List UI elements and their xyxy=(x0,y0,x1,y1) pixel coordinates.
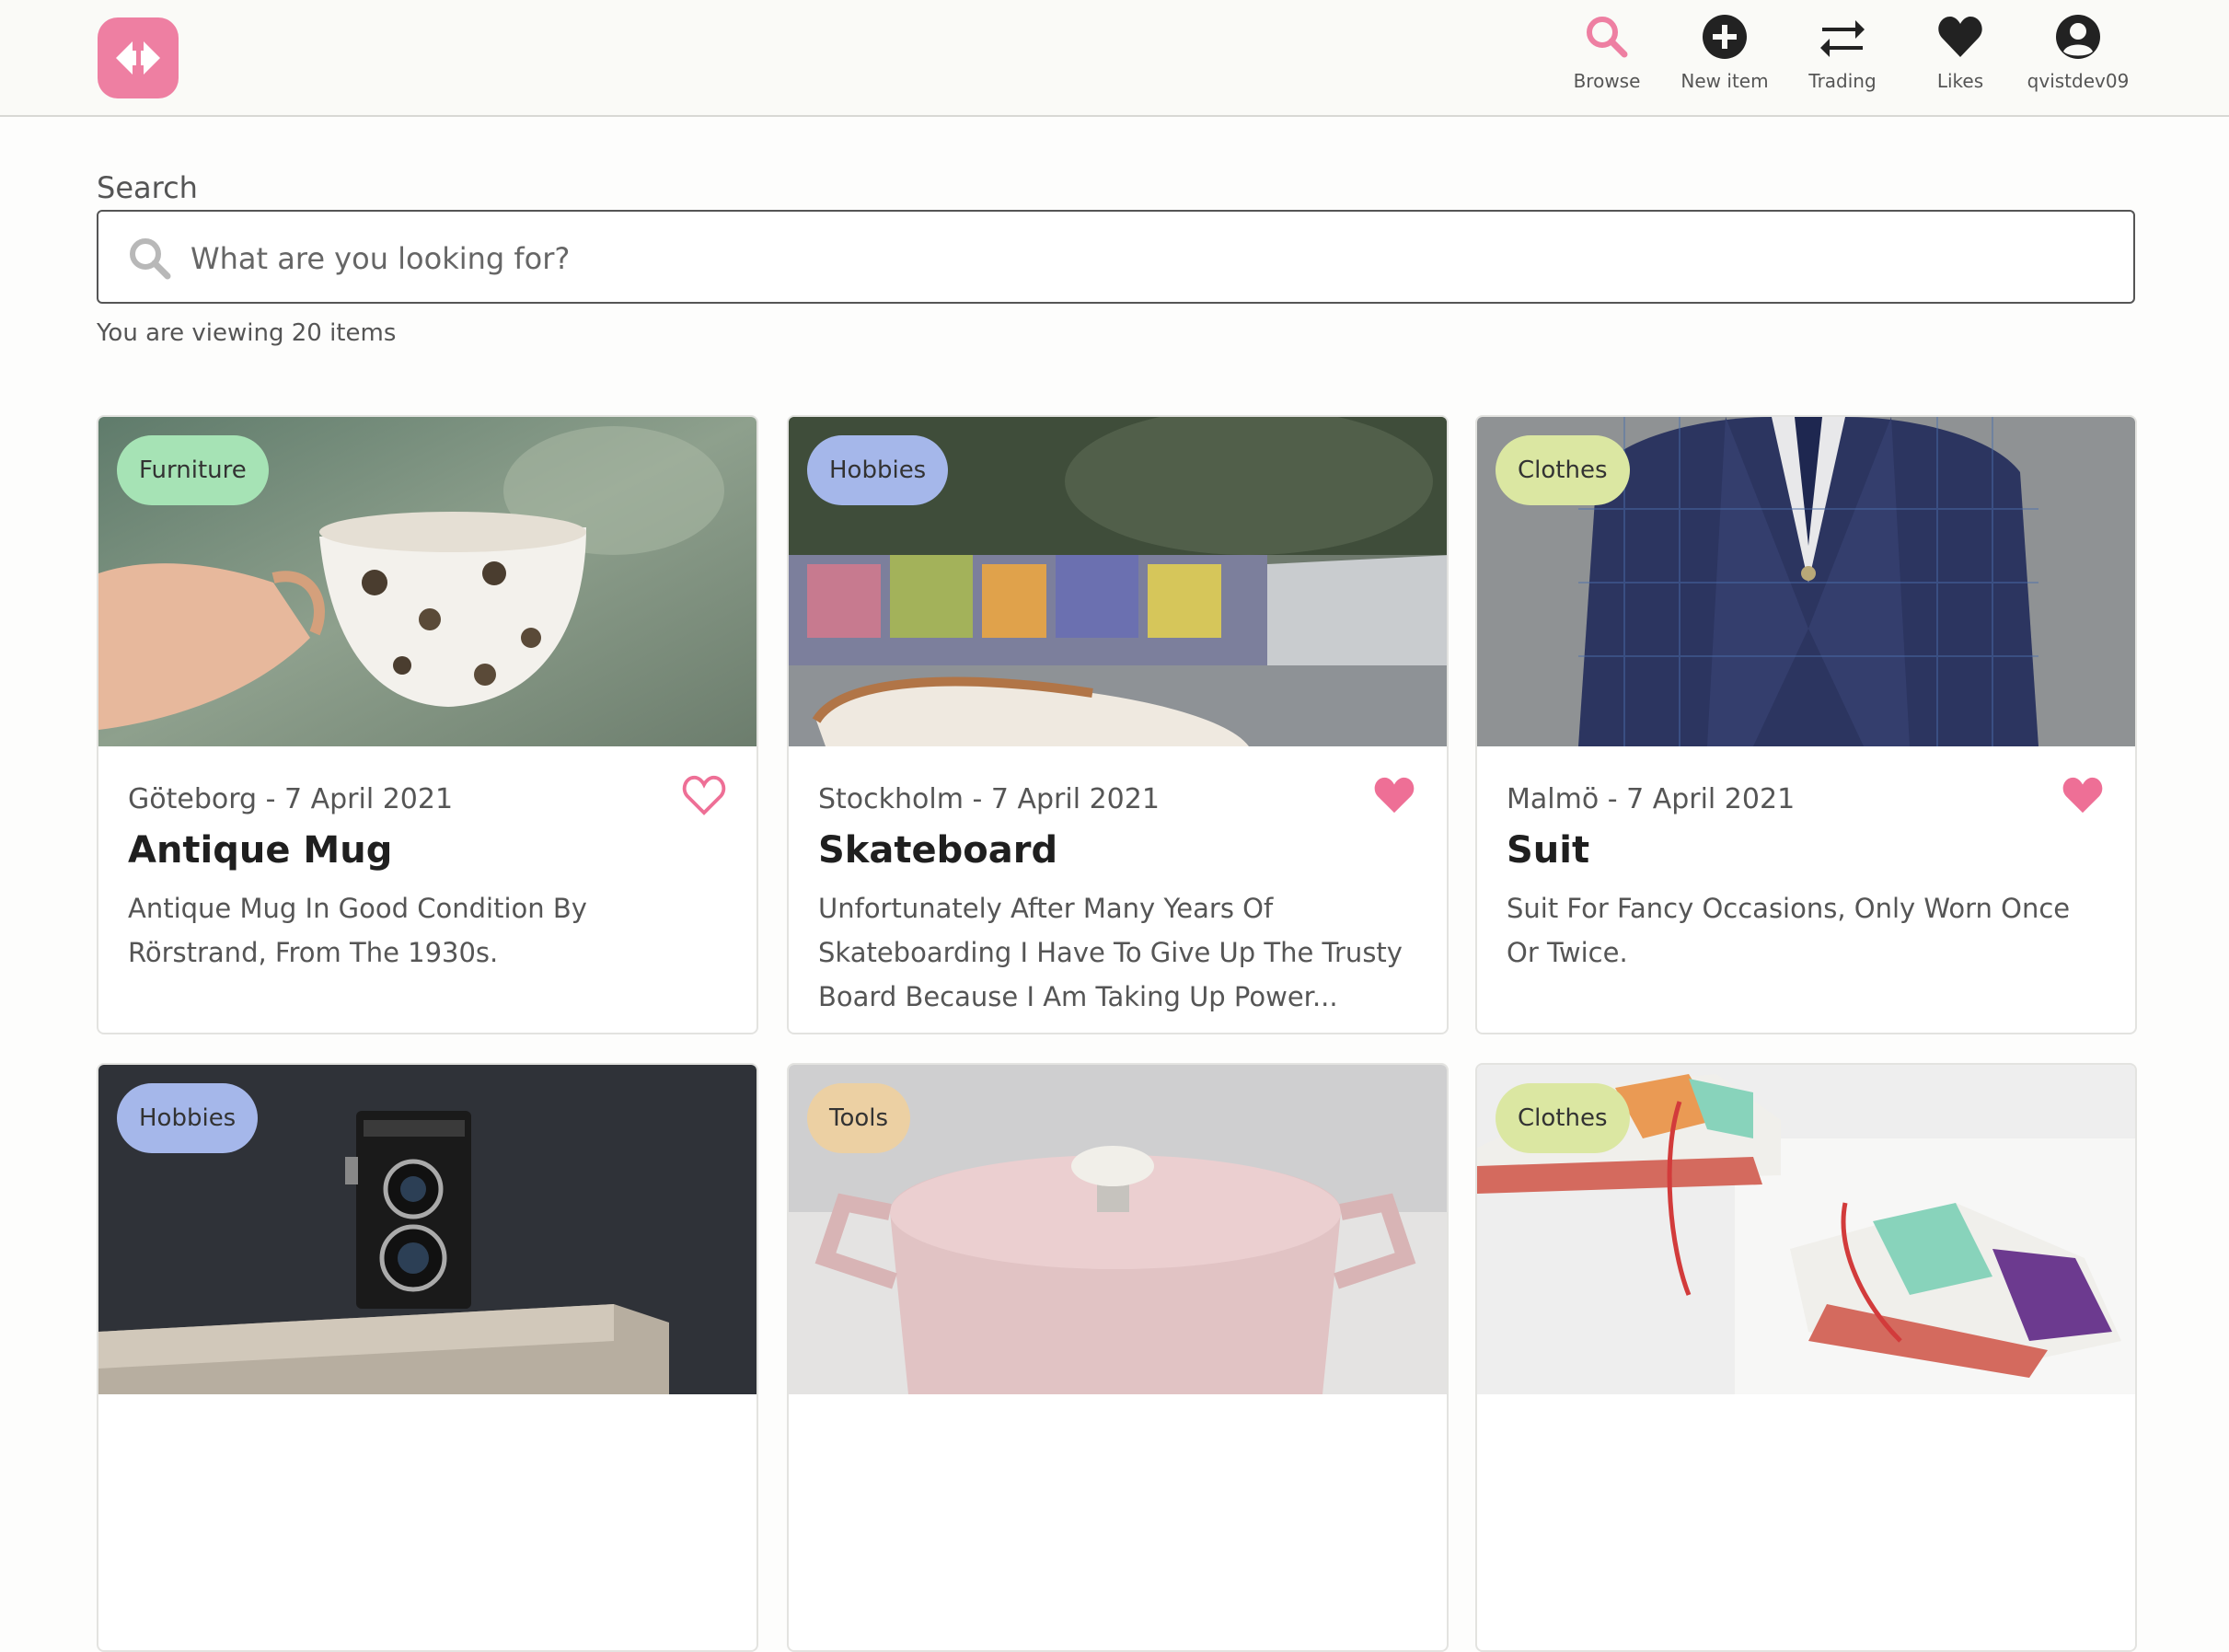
item-description: Unfortunately After Many Years Of Skateb… xyxy=(818,893,1403,1012)
item-card[interactable]: Tools xyxy=(787,1063,1449,1652)
nav-new-item[interactable]: New item xyxy=(1665,13,1784,101)
heart-icon xyxy=(1936,13,1984,61)
item-location-date: Malmö - 7 April 2021 xyxy=(1507,783,1796,815)
item-card[interactable]: Hobbies xyxy=(97,1063,758,1652)
search-label: Search xyxy=(97,170,198,205)
nav-profile-label: qvistdev09 xyxy=(2027,70,2130,92)
nav-likes[interactable]: Likes xyxy=(1900,13,2020,101)
category-badge: Clothes xyxy=(1496,435,1630,505)
item-card[interactable]: Clothes xyxy=(1475,1063,2137,1652)
item-description: Suit For Fancy Occasions, Only Worn Once… xyxy=(1507,893,2071,968)
category-badge: Tools xyxy=(807,1083,911,1153)
top-navbar: Browse New item Trading Likes qvistdev09 xyxy=(0,0,2229,117)
search-box[interactable] xyxy=(97,210,2135,304)
nav-new-item-label: New item xyxy=(1680,70,1769,92)
category-badge: Furniture xyxy=(117,435,269,505)
nav-trading-label: Trading xyxy=(1808,70,1877,92)
item-description: Antique Mug In Good Condition By Rörstra… xyxy=(128,893,587,968)
item-card[interactable]: Clothes Malmö - 7 April 2021 Suit Suit F… xyxy=(1475,415,2137,1034)
category-badge: Hobbies xyxy=(117,1083,259,1153)
nav-profile[interactable]: qvistdev09 xyxy=(2018,13,2138,101)
results-count: You are viewing 20 items xyxy=(97,319,397,347)
category-badge: Clothes xyxy=(1496,1083,1630,1153)
search-input[interactable] xyxy=(189,232,2107,285)
category-badge: Hobbies xyxy=(807,435,949,505)
item-card[interactable]: Furniture Göteborg - 7 April 2021 Antiqu… xyxy=(97,415,758,1034)
search-icon xyxy=(1583,13,1631,61)
heart-filled-icon[interactable] xyxy=(1371,774,1417,816)
nav-trading[interactable]: Trading xyxy=(1783,13,1902,101)
item-title: Suit xyxy=(1507,829,1590,872)
swap-arrows-icon xyxy=(1819,13,1866,61)
heart-filled-icon[interactable] xyxy=(2060,774,2106,816)
item-card[interactable]: Hobbies Stockholm - 7 April 2021 Skatebo… xyxy=(787,415,1449,1034)
nav-likes-label: Likes xyxy=(1936,70,1984,92)
item-location-date: Stockholm - 7 April 2021 xyxy=(818,783,1160,815)
plus-circle-icon xyxy=(1701,13,1749,61)
heart-outline-icon[interactable] xyxy=(681,774,727,816)
item-title: Skateboard xyxy=(818,829,1058,872)
item-title: Antique Mug xyxy=(128,829,393,872)
item-location-date: Göteborg - 7 April 2021 xyxy=(128,783,454,815)
app-logo[interactable] xyxy=(96,16,180,100)
search-icon xyxy=(130,238,171,280)
nav-browse-label: Browse xyxy=(1573,70,1641,92)
user-avatar-icon xyxy=(2054,13,2102,61)
nav-browse[interactable]: Browse xyxy=(1547,13,1667,101)
